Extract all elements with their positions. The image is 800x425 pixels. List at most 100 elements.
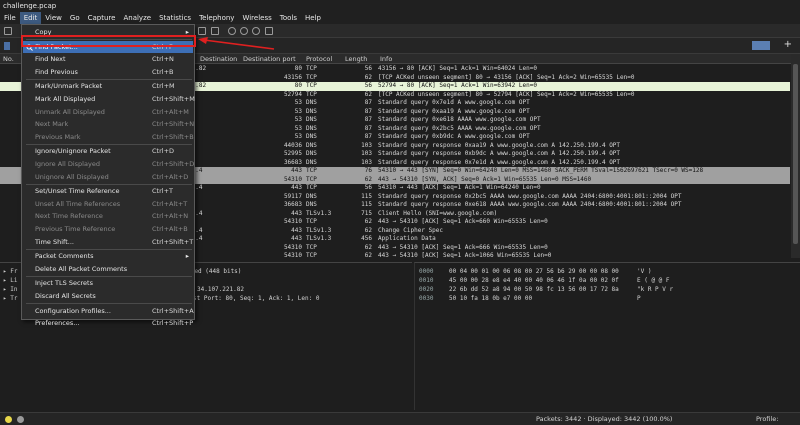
menu-item-mark-packet[interactable]: Mark/Unmark Packet Ctrl+M (23, 80, 193, 92)
add-filter-button-icon[interactable]: + (784, 39, 792, 50)
packet-length: 115 (361, 192, 372, 200)
menu-telephony[interactable]: Telephony (195, 12, 238, 24)
column-header-info[interactable]: Info (380, 54, 392, 64)
capture-comment-icon[interactable] (17, 416, 24, 423)
hex-bytes[interactable]: 22 6b dd 52 a8 94 00 50 98 fc 13 56 00 1… (449, 285, 619, 294)
packet-dport: 443 (291, 226, 302, 234)
packet-info: 54310 → 443 [SYN] Seq=0 Win=64240 Len=0 … (378, 167, 704, 174)
menu-item-label: Packet Comments (35, 252, 94, 261)
status-profile[interactable]: Profile: Default (756, 413, 800, 425)
column-header-no[interactable]: No. (3, 54, 14, 64)
menu-statistics[interactable]: Statistics (155, 12, 195, 24)
menu-item-find-previous[interactable]: Find Previous Ctrl+B (23, 66, 193, 78)
annotation-highlight-box (21, 35, 196, 47)
bookmark-icon[interactable] (4, 42, 10, 50)
menu-item-packet-comments[interactable]: Packet Comments ▸ (23, 250, 193, 262)
annotation-arrow-icon (198, 37, 275, 50)
tree-expander-icon[interactable]: ▸ Li (3, 276, 17, 285)
zoom-reset-icon[interactable] (252, 27, 260, 35)
menu-item-ignore-all[interactable]: Ignore All Displayed Ctrl+Shift+D (23, 158, 194, 170)
scrollbar-thumb[interactable] (793, 64, 798, 244)
packet-length: 87 (364, 107, 372, 115)
menu-file[interactable]: File (0, 12, 20, 24)
menu-item-shortcut: Ctrl+T (152, 187, 173, 196)
menu-go[interactable]: Go (66, 12, 84, 24)
window-title: challenge.pcap (3, 2, 57, 10)
menu-item-mark-all[interactable]: Mark All Displayed Ctrl+Shift+M (23, 93, 195, 105)
detail-line[interactable]: 34.107.221.82 (197, 285, 244, 294)
packet-info: 43156 → 80 [ACK] Seq=1 Ack=1 Win=64024 L… (378, 65, 537, 72)
menu-item-config-profiles[interactable]: Configuration Profiles... Ctrl+Shift+A (23, 305, 194, 317)
packet-protocol: DNS (306, 116, 317, 123)
menu-item-preferences[interactable]: Preferences... Ctrl+Shift+P (23, 317, 193, 329)
menu-item-next-mark[interactable]: Next Mark Ctrl+Shift+N (23, 118, 194, 130)
menu-item-unmark-all[interactable]: Unmark All Displayed Ctrl+Alt+M (23, 106, 193, 118)
packet-protocol: TCP (306, 218, 317, 225)
toolbar-button-icon[interactable] (4, 27, 12, 35)
menu-edit[interactable]: Edit (19, 12, 42, 24)
menu-view[interactable]: View (41, 12, 66, 24)
packet-info: Standard query 0xe618 AAAA www.google.co… (378, 116, 541, 123)
packet-info: Change Cipher Spec (378, 226, 444, 234)
toolbar-button-icon[interactable] (211, 27, 219, 35)
hex-bytes[interactable]: 45 00 00 28 e8 e4 40 00 40 06 46 1f 0a 0… (449, 276, 619, 285)
column-header-length[interactable]: Length (345, 54, 367, 64)
menu-item-shortcut: Ctrl+Shift+M (152, 95, 195, 103)
packet-dport: 53 (294, 124, 302, 132)
menu-item-previous-mark[interactable]: Previous Mark Ctrl+Shift+B (23, 131, 194, 143)
packet-list-scrollbar[interactable] (791, 54, 800, 258)
menu-item-label: Unmark All Displayed (35, 107, 105, 116)
packet-protocol: DNS (306, 124, 317, 132)
packet-protocol: TCP (306, 65, 317, 72)
menu-item-label: Delete All Packet Comments (35, 264, 128, 273)
hex-ascii[interactable]: "k R P V r (637, 285, 673, 294)
packet-info: Standard query 0x2bc5 AAAA www.google.co… (378, 124, 541, 132)
zoom-out-icon[interactable] (240, 27, 248, 35)
packet-dport: 52794 (283, 90, 302, 98)
packet-length: 87 (364, 124, 372, 132)
hex-ascii[interactable]: 'V ) (637, 267, 651, 276)
menu-item-unset-time-refs[interactable]: Unset All Time References Ctrl+Alt+T (23, 198, 193, 210)
hex-ascii[interactable]: P (637, 294, 641, 303)
tree-expander-icon[interactable]: ▸ Tr (3, 294, 17, 303)
packet-protocol: DNS (306, 141, 317, 149)
hex-bytes[interactable]: 00 04 00 01 00 06 08 00 27 56 b6 29 00 0… (449, 267, 619, 276)
menu-item-delete-comments[interactable]: Delete All Packet Comments (23, 263, 193, 275)
packet-protocol: DNS (306, 150, 317, 157)
menu-wireless[interactable]: Wireless (238, 12, 275, 24)
menu-item-next-time-ref[interactable]: Next Time Reference Ctrl+Alt+N (23, 210, 193, 222)
menu-item-ignore-packet[interactable]: Ignore/Unignore Packet Ctrl+D (23, 145, 193, 157)
packet-dport: 54310 (283, 218, 302, 225)
menu-item-unignore-all[interactable]: Unignore All Displayed Ctrl+Alt+D (23, 171, 193, 183)
packet-info: 443 → 54310 [SYN, ACK] Seq=0 Ack=1 Win=6… (378, 175, 592, 183)
column-header-destination[interactable]: Destination (200, 54, 237, 64)
zoom-in-icon[interactable] (228, 27, 236, 35)
menu-analyze[interactable]: Analyze (119, 12, 155, 24)
packet-length: 62 (364, 243, 372, 251)
column-header-protocol[interactable]: Protocol (306, 54, 332, 64)
hex-ascii[interactable]: E ( @ @ F (637, 276, 670, 285)
menu-item-previous-time-ref[interactable]: Previous Time Reference Ctrl+Alt+B (23, 223, 193, 235)
menu-capture[interactable]: Capture (84, 12, 120, 24)
hex-bytes[interactable]: 50 10 fa 18 0b e7 00 00 (449, 294, 532, 303)
menu-item-find-next[interactable]: Find Next Ctrl+N (23, 53, 193, 65)
column-header-dport[interactable]: Destination port (243, 54, 296, 64)
menu-item-shortcut: Ctrl+Shift+B (152, 132, 194, 141)
packet-info: [TCP ACKed unseen segment] 80 → 52794 [A… (378, 90, 635, 98)
toolbar-button-icon[interactable] (198, 27, 206, 35)
menu-item-shortcut: Ctrl+Alt+T (152, 199, 188, 208)
menu-item-discard-secrets[interactable]: Discard All Secrets (23, 290, 193, 302)
filter-apply-button[interactable] (752, 41, 770, 50)
menu-item-inject-tls[interactable]: Inject TLS Secrets (23, 277, 193, 289)
menu-item-time-shift[interactable]: Time Shift... Ctrl+Shift+T (23, 236, 193, 248)
menu-help[interactable]: Help (301, 12, 325, 24)
menu-item-time-reference[interactable]: Set/Unset Time Reference Ctrl+T (23, 185, 193, 197)
packet-length: 62 (364, 90, 372, 98)
menu-item-label: Discard All Secrets (35, 292, 96, 300)
menu-tools[interactable]: Tools (276, 12, 301, 24)
expert-info-icon[interactable] (5, 416, 12, 423)
tree-expander-icon[interactable]: ▸ In (3, 285, 17, 294)
tree-expander-icon[interactable]: ▸ Fr (3, 267, 17, 276)
detail-line[interactable]: st Port: 80, Seq: 1, Ack: 1, Len: 0 (193, 294, 319, 303)
resize-columns-icon[interactable] (265, 27, 273, 35)
